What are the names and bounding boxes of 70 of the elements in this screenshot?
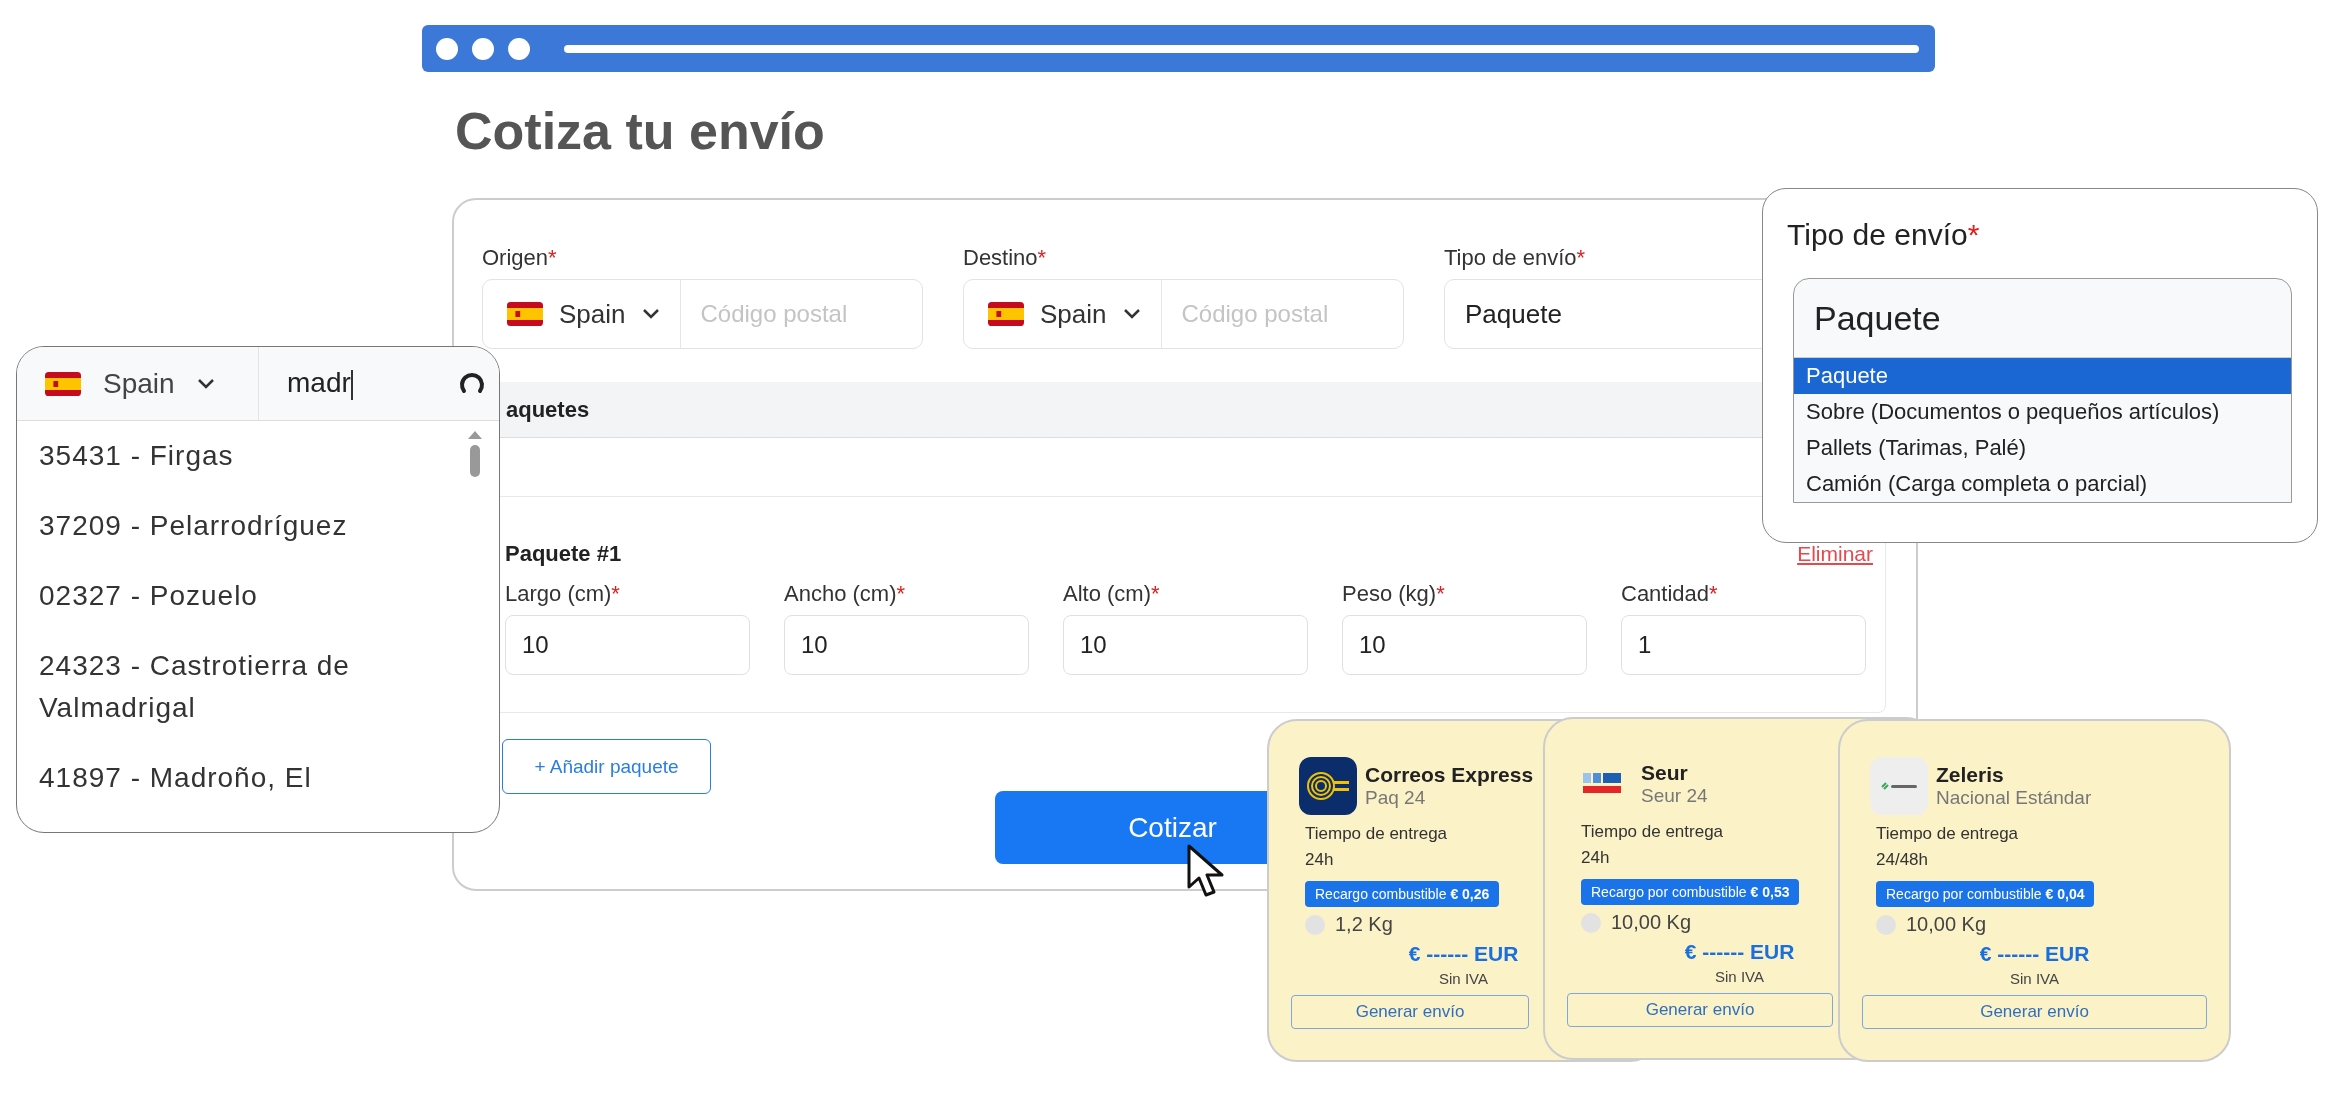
carrier-name: Zeleris [1936,763,2005,787]
weight-text: 1,2 Kg [1335,913,1393,936]
flag-icon [45,371,81,396]
service-name: Nacional Estándar [1936,787,2092,809]
price-text: € ------ EUR [1978,942,2091,966]
tax-note: Sin IVA [1714,968,1765,985]
dot-icon [1876,914,1896,935]
logo-icon [1299,757,1357,815]
option-item[interactable]: Paquete [1794,358,2291,394]
service-name: Paq 24 [1365,787,1427,809]
section-title: aquetes [506,396,590,423]
option-item[interactable]: Sobre (Documentos o pequeños artículos) [1794,394,2291,430]
tax-note: Sin IVA [2009,970,2060,987]
result-item[interactable]: 37209 - Pelarrodríguez [39,491,465,561]
postal-code-field[interactable]: Spain Código postal [963,279,1404,349]
delivery-label: Tiempo de entrega [1876,823,2019,845]
page-title: Cotiza tu envío [455,101,826,162]
field-label: Ancho (cm)* [784,581,907,607]
package-title: Paquete #1 [505,541,622,567]
dot-icon [1305,914,1325,935]
weight-text: 10,00 Kg [1906,913,1987,936]
generate-shipment-button[interactable]: Generar envío [1567,993,1833,1027]
surcharge-badge: Recargo por combustible € 0,53 [1581,879,1800,905]
remove-link[interactable]: Eliminar [1797,542,1873,566]
number-field[interactable]: 10 [1342,615,1587,675]
surcharge-badge: Recargo combustible € 0,26 [1305,881,1500,907]
field-label: Alto (cm)* [1063,581,1161,607]
field-label: Origen* [482,245,558,271]
flag-icon [988,302,1024,326]
result-item[interactable]: 24323 - Castrotierra de Valmadrigal [39,631,465,743]
tax-note: Sin IVA [1438,970,1489,987]
delivery-time: 24/48h [1876,849,1928,871]
service-name: Seur 24 [1641,785,1708,807]
search-field[interactable]: madr [259,347,499,420]
dot-icon [1581,912,1601,933]
result-item[interactable]: 35431 - Firgas [39,421,465,491]
add-package-button[interactable]: + Añadir paquete [502,739,711,794]
field-label: Cantidad* [1621,581,1719,607]
field-label: Tipo de envío* [1444,245,1587,271]
chevron-down-icon [641,308,660,320]
delivery-time: 24h [1581,847,1610,869]
country-select[interactable]: Spain [103,367,175,400]
generate-shipment-button[interactable]: Generar envío [1862,995,2207,1029]
carrier-name: Seur [1641,761,1689,785]
surcharge-badge: Recargo por combustible € 0,04 [1876,881,2095,907]
generate-shipment-button[interactable]: Generar envío [1291,995,1529,1029]
logo-icon [1870,757,1928,815]
field-label: Tipo de envío* [1787,217,1981,253]
result-item[interactable]: 41897 - Madroño, El [39,743,465,813]
country-select[interactable]: Spain [1040,298,1107,330]
result-item[interactable]: 02327 - Pozuelo [39,561,465,631]
option-item[interactable]: Pallets (Tarimas, Palé) [1794,430,2291,466]
flag-icon [507,302,543,326]
chevron-down-icon [196,377,215,390]
option-item[interactable]: Camión (Carga completa o parcial) [1794,466,2291,502]
weight-text: 10,00 Kg [1611,911,1692,934]
postal-code-field[interactable]: Spain Código postal [482,279,923,349]
number-field[interactable]: 1 [1621,615,1866,675]
number-field[interactable]: 10 [505,615,750,675]
carrier-name: Correos Express [1365,763,1534,787]
delivery-label: Tiempo de entrega [1581,821,1724,843]
number-field[interactable]: 10 [784,615,1029,675]
field-label: Destino* [963,245,1048,271]
price-text: € ------ EUR [1683,940,1796,964]
price-text: € ------ EUR [1407,942,1520,966]
chevron-down-icon [1122,308,1141,320]
field-label: Peso (kg)* [1342,581,1446,607]
field-label: Largo (cm)* [505,581,621,607]
number-field[interactable]: 10 [1063,615,1308,675]
country-select[interactable]: Spain [559,298,626,330]
